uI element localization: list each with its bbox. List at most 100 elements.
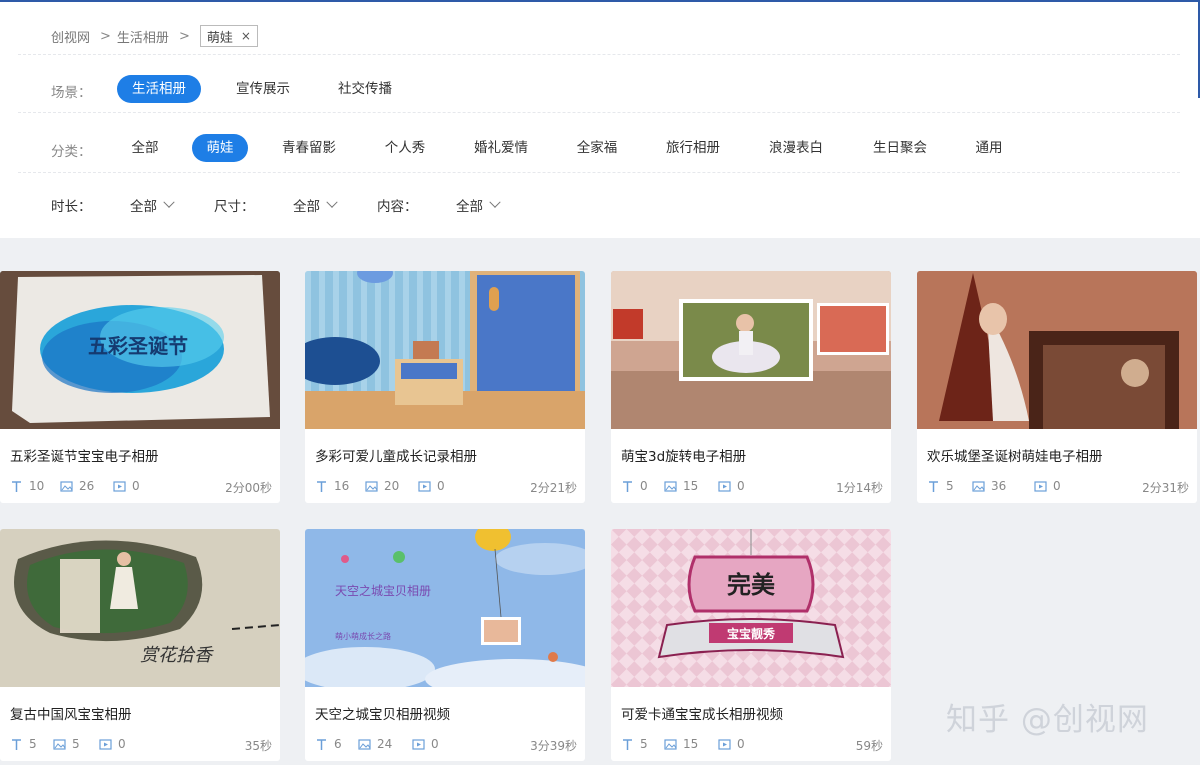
scene-option-social[interactable]: 社交传播 [323,75,407,103]
video-count-icon [418,480,431,492]
duration: 2分31秒 [1142,481,1189,495]
watermark: 知乎 @创视网 [946,702,1149,738]
video-count-icon [1034,480,1047,492]
breadcrumb-separator: > [100,28,111,44]
video-count: 0 [737,737,745,751]
card-thumbnail: 五彩圣诞节 [0,271,280,429]
duration: 1分14秒 [836,481,883,495]
category-option-birthday[interactable]: 生日聚会 [860,134,940,162]
text-count: 5 [640,737,648,751]
category-option-wedding[interactable]: 婚礼爱情 [462,134,540,162]
album-card[interactable]: 萌宝3d旋转电子相册 0 15 0 1分14秒 [611,271,891,503]
video-count: 0 [431,737,439,751]
text-count-icon [12,738,21,750]
category-option-youth[interactable]: 青春留影 [270,134,348,162]
image-count-icon [972,480,985,492]
text-count: 5 [946,479,954,493]
card-meta: 5 5 0 35秒 [10,737,272,753]
category-option-baby[interactable]: 萌娃 [192,134,248,162]
content-label: 内容： [377,199,418,215]
chevron-down-icon [163,196,175,208]
breadcrumb-separator: > [178,28,190,44]
breadcrumb: 创视网 > 生活相册 > 萌娃 × [18,24,1180,48]
video-count: 0 [132,479,140,493]
album-card[interactable]: 天空之城宝贝相册 萌小萌成长之路 天空之城宝贝相册视频 6 24 0 3分39秒 [305,529,585,761]
card-title: 五彩圣诞节宝宝电子相册 [10,449,159,465]
category-option-personal[interactable]: 个人秀 [372,134,438,162]
card-thumbnail: 赏花拾香 [0,529,280,687]
video-count: 0 [737,479,745,493]
card-title: 欢乐城堡圣诞树萌娃电子相册 [927,449,1103,465]
duration-dropdown[interactable]: 全部 [130,195,175,215]
breadcrumb-home[interactable]: 创视网 [51,27,90,46]
close-icon[interactable]: × [241,29,251,43]
duration: 2分21秒 [530,481,577,495]
image-count: 5 [72,737,80,751]
scene-option-promotion[interactable]: 宣传展示 [221,75,305,103]
text-count: 0 [640,479,648,493]
duration: 3分39秒 [530,739,577,753]
image-count: 24 [377,737,393,751]
image-count: 26 [79,479,95,493]
filter-panel: 创视网 > 生活相册 > 萌娃 × 场景： 生活相册 宣传展示 社交传播 分类：… [0,2,1200,238]
thumb-subcaption: 宝宝靓秀 [727,626,776,641]
category-option-family[interactable]: 全家福 [564,134,630,162]
text-count: 6 [334,737,342,751]
duration: 2分00秒 [225,481,272,495]
text-count: 5 [29,737,37,751]
chevron-down-icon [489,196,501,208]
card-meta: 5 36 0 2分31秒 [927,479,1189,495]
divider [18,54,1180,55]
content-value: 全部 [456,199,483,215]
card-thumbnail: 天空之城宝贝相册 萌小萌成长之路 [305,529,585,687]
image-count-icon [60,480,73,492]
video-count-icon [412,738,425,750]
card-meta: 16 20 0 2分21秒 [315,479,577,495]
content-dropdown[interactable]: 全部 [456,195,501,215]
text-count-icon [929,480,938,492]
divider [18,172,1180,173]
category-label: 分类： [51,144,92,160]
text-count-icon [623,480,632,492]
video-count: 0 [437,479,445,493]
image-count-icon [53,738,66,750]
album-card[interactable]: 五彩圣诞节 五彩圣诞节宝宝电子相册 10 26 0 2分00秒 [0,271,280,503]
divider [18,112,1180,113]
thumb-caption: 完美 [727,571,775,599]
album-card[interactable]: 完美 宝宝靓秀 可爱卡通宝宝成长相册视频 5 15 0 59秒 [611,529,891,761]
video-count-icon [99,738,112,750]
card-thumbnail: 完美 宝宝靓秀 [611,529,891,687]
thumb-caption: 五彩圣诞节 [88,334,188,358]
size-label: 尺寸： [214,199,255,215]
text-count-icon [623,738,632,750]
image-count: 36 [991,479,1007,493]
image-count: 15 [683,737,699,751]
image-count-icon [664,738,677,750]
card-meta: 10 26 0 2分00秒 [10,479,272,495]
card-title: 可爱卡通宝宝成长相册视频 [621,707,783,723]
text-count-icon [317,480,326,492]
category-option-all[interactable]: 全部 [117,134,173,162]
breadcrumb-category[interactable]: 生活相册 [117,27,169,46]
card-meta: 5 15 0 59秒 [621,737,883,753]
category-option-romance[interactable]: 浪漫表白 [757,134,835,162]
duration: 59秒 [855,739,883,753]
card-thumbnail [611,271,891,429]
thumb-caption: 天空之城宝贝相册 [335,584,431,598]
card-title: 复古中国风宝宝相册 [10,707,132,723]
album-card[interactable]: 赏花拾香 复古中国风宝宝相册 5 5 0 35秒 [0,529,280,761]
image-count-icon [365,480,378,492]
image-count: 20 [384,479,400,493]
scene-option-life-album[interactable]: 生活相册 [117,75,201,103]
album-card[interactable]: 多彩可爱儿童成长记录相册 16 20 0 2分21秒 [305,271,585,503]
category-option-general[interactable]: 通用 [962,134,1016,162]
thumb-subcaption: 萌小萌成长之路 [335,631,391,641]
image-count-icon [664,480,677,492]
size-dropdown[interactable]: 全部 [293,195,338,215]
video-count-icon [113,480,126,492]
album-card[interactable]: 欢乐城堡圣诞树萌娃电子相册 5 36 0 2分31秒 [917,271,1197,503]
size-value: 全部 [293,199,320,215]
card-title: 萌宝3d旋转电子相册 [621,449,747,465]
category-option-travel[interactable]: 旅行相册 [654,134,732,162]
active-tag-label: 萌娃 [206,30,233,46]
